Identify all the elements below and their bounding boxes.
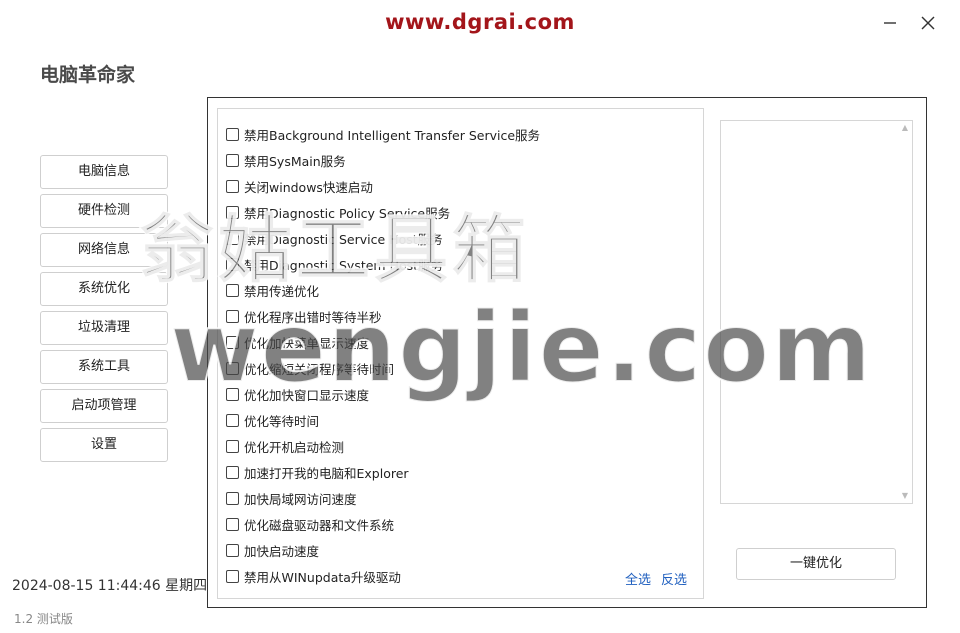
option-row[interactable]: 优化开机启动检测 xyxy=(226,433,540,459)
option-row[interactable]: 优化磁盘驱动器和文件系统 xyxy=(226,511,540,537)
select-all-link[interactable]: 全选 xyxy=(625,569,651,588)
minimize-icon[interactable] xyxy=(876,10,904,38)
checkbox[interactable] xyxy=(226,127,239,141)
nav-network-info-button[interactable]: 网络信息 xyxy=(40,233,168,267)
option-row[interactable]: 禁用从WINupdata升级驱动 xyxy=(226,563,540,589)
checkbox[interactable] xyxy=(226,231,239,245)
checkbox[interactable] xyxy=(226,491,239,505)
checkbox[interactable] xyxy=(226,413,239,427)
option-row[interactable]: 禁用Diagnostic Policy Service服务 xyxy=(226,199,540,225)
optimize-panel: 禁用Background Intelligent Transfer Servic… xyxy=(207,97,927,608)
option-row[interactable]: 禁用Diagnostic System Host服务 xyxy=(226,251,540,277)
option-label[interactable]: 加快局域网访问速度 xyxy=(244,489,357,508)
nav-junk-clean-button[interactable]: 垃圾清理 xyxy=(40,311,168,345)
scroll-down-icon[interactable]: ▼ xyxy=(900,491,910,501)
option-label[interactable]: 禁用Diagnostic System Host服务 xyxy=(244,255,443,274)
option-row[interactable]: 优化加快窗口显示速度 xyxy=(226,381,540,407)
nav-computer-info-button[interactable]: 电脑信息 xyxy=(40,155,168,189)
output-log-box[interactable]: ▲ ▼ xyxy=(720,120,913,504)
option-label[interactable]: 加快启动速度 xyxy=(244,541,319,560)
checkbox[interactable] xyxy=(226,543,239,557)
option-row[interactable]: 禁用SysMain服务 xyxy=(226,147,540,173)
nav-settings-button[interactable]: 设置 xyxy=(40,428,168,462)
checkbox[interactable] xyxy=(226,335,239,349)
checkbox[interactable] xyxy=(226,517,239,531)
checkbox[interactable] xyxy=(226,387,239,401)
option-label[interactable]: 优化加快菜单显示速度 xyxy=(244,333,369,352)
nav-startup-manager-button[interactable]: 启动项管理 xyxy=(40,389,168,423)
option-label[interactable]: 禁用从WINupdata升级驱动 xyxy=(244,567,401,586)
option-label[interactable]: 禁用SysMain服务 xyxy=(244,151,346,170)
version-label: 1.2 测试版 xyxy=(14,612,73,626)
option-label[interactable]: 优化磁盘驱动器和文件系统 xyxy=(244,515,394,534)
option-row[interactable]: 加快局域网访问速度 xyxy=(226,485,540,511)
checkbox[interactable] xyxy=(226,283,239,297)
datetime-display: 2024-08-15 11:44:46 星期四 xyxy=(12,578,208,594)
option-label[interactable]: 禁用Diagnostic Policy Service服务 xyxy=(244,203,450,222)
select-invert-link[interactable]: 反选 xyxy=(661,569,687,588)
option-label[interactable]: 加速打开我的电脑和Explorer xyxy=(244,463,409,482)
checkbox[interactable] xyxy=(226,257,239,271)
option-label[interactable]: 优化开机启动检测 xyxy=(244,437,344,456)
sidebar-nav: 电脑信息 硬件检测 网络信息 系统优化 垃圾清理 系统工具 启动项管理 设置 xyxy=(40,155,168,467)
option-row[interactable]: 优化等待时间 xyxy=(226,407,540,433)
option-row[interactable]: 禁用Diagnostic Service Host服务 xyxy=(226,225,540,251)
option-label[interactable]: 关闭windows快速启动 xyxy=(244,177,373,196)
nav-system-tools-button[interactable]: 系统工具 xyxy=(40,350,168,384)
checkbox[interactable] xyxy=(226,361,239,375)
option-label[interactable]: 优化程序出错时等待半秒 xyxy=(244,307,382,326)
site-watermark: www.dgrai.com xyxy=(385,10,575,34)
nav-hardware-check-button[interactable]: 硬件检测 xyxy=(40,194,168,228)
checkbox[interactable] xyxy=(226,153,239,167)
option-label[interactable]: 优化等待时间 xyxy=(244,411,319,430)
checkbox[interactable] xyxy=(226,309,239,323)
option-label[interactable]: 优化缩短关闭程序等待时间 xyxy=(244,359,394,378)
one-click-optimize-button[interactable]: 一键优化 xyxy=(736,548,896,580)
option-row[interactable]: 关闭windows快速启动 xyxy=(226,173,540,199)
option-row[interactable]: 加快启动速度 xyxy=(226,537,540,563)
option-row[interactable]: 加速打开我的电脑和Explorer xyxy=(226,459,540,485)
options-list-box: 禁用Background Intelligent Transfer Servic… xyxy=(217,108,704,599)
option-row[interactable]: 优化加快菜单显示速度 xyxy=(226,329,540,355)
checkbox[interactable] xyxy=(226,465,239,479)
checkbox[interactable] xyxy=(226,439,239,453)
option-label[interactable]: 优化加快窗口显示速度 xyxy=(244,385,369,404)
option-row[interactable]: 禁用Background Intelligent Transfer Servic… xyxy=(226,121,540,147)
options-list: 禁用Background Intelligent Transfer Servic… xyxy=(226,121,540,589)
option-label[interactable]: 禁用传递优化 xyxy=(244,281,319,300)
option-row[interactable]: 禁用传递优化 xyxy=(226,277,540,303)
option-row[interactable]: 优化程序出错时等待半秒 xyxy=(226,303,540,329)
checkbox[interactable] xyxy=(226,179,239,193)
nav-system-optimize-button[interactable]: 系统优化 xyxy=(40,272,168,306)
app-title: 电脑革命家 xyxy=(40,64,136,86)
checkbox[interactable] xyxy=(226,205,239,219)
option-row[interactable]: 优化缩短关闭程序等待时间 xyxy=(226,355,540,381)
checkbox[interactable] xyxy=(226,569,239,583)
close-icon[interactable] xyxy=(914,10,942,38)
option-label[interactable]: 禁用Background Intelligent Transfer Servic… xyxy=(244,125,540,144)
option-label[interactable]: 禁用Diagnostic Service Host服务 xyxy=(244,229,443,248)
scroll-up-icon[interactable]: ▲ xyxy=(900,123,910,133)
